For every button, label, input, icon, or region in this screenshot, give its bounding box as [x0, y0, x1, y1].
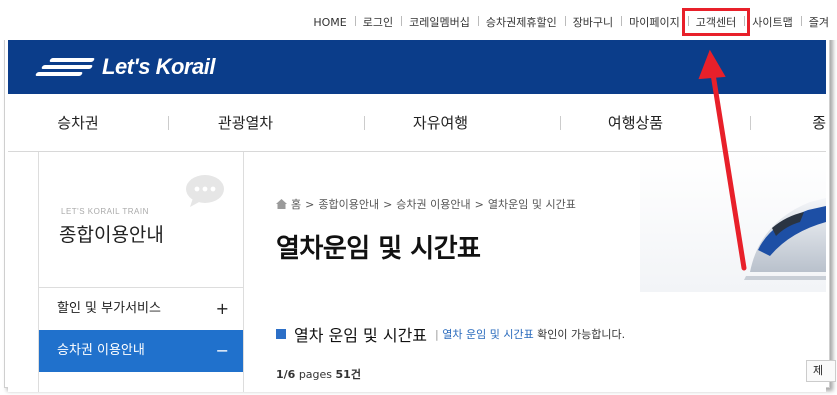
sidebar: LET'S KORAIL TRAIN 종합이용안내 할인 및 부가서비스 + 승…	[38, 152, 244, 392]
util-membership-link[interactable]: 코레일멤버십	[401, 14, 478, 30]
nav-tour-train[interactable]: 관광열차	[148, 94, 343, 152]
section-desc-link[interactable]: 열차 운임 및 시간표	[442, 328, 533, 341]
nav-divider	[750, 116, 751, 130]
filter-button[interactable]: 제	[806, 360, 836, 382]
speech-bubble-icon	[186, 175, 224, 207]
sidebar-item-label: 할인 및 부가서비스	[57, 301, 161, 316]
nav-ticket[interactable]: 승차권	[8, 94, 148, 152]
pages-label: pages	[295, 368, 336, 381]
breadcrumb: 홈 > 종합이용안내 > 승차권 이용안내 > 열차운임 및 시간표	[276, 196, 576, 212]
current-page: 1/6	[276, 368, 296, 381]
util-discount-link[interactable]: 승차권제휴할인	[477, 14, 565, 30]
nav-more[interactable]: 종	[733, 94, 826, 152]
section-title: 열차 운임 및 시간표	[294, 326, 428, 345]
section-desc-text: 확인이 가능합니다.	[533, 328, 626, 341]
util-home-link[interactable]: HOME	[305, 16, 354, 29]
breadcrumb-home[interactable]: 홈	[291, 196, 301, 212]
section-bullet-icon	[276, 329, 286, 339]
util-cart-link[interactable]: 장바구니	[564, 14, 621, 30]
chevron-right-icon: >	[383, 197, 393, 211]
home-icon	[276, 199, 287, 209]
utility-bar: HOME 로그인 코레일멤버십 승차권제휴할인 장바구니 마이페이지 고객센터 …	[0, 0, 837, 40]
logo-text: Let's Korail	[102, 54, 215, 79]
sidebar-eng-label: LET'S KORAIL TRAIN	[61, 207, 149, 216]
nav-divider	[560, 116, 561, 130]
util-login-link[interactable]: 로그인	[354, 14, 401, 30]
nav-divider	[364, 116, 365, 130]
ktx-train-image	[640, 152, 826, 292]
sidebar-title: 종합이용안내	[59, 224, 164, 246]
chevron-right-icon: >	[474, 197, 484, 211]
sidebar-item-label: 승차권 이용안내	[57, 343, 145, 358]
utility-menu: HOME 로그인 코레일멤버십 승차권제휴할인 장바구니 마이페이지 고객센터 …	[305, 8, 837, 36]
section-description: | 열차 운임 및 시간표 확인이 가능합니다.	[435, 328, 626, 341]
sidebar-header: LET'S KORAIL TRAIN 종합이용안내	[39, 152, 243, 287]
nav-travel-product[interactable]: 여행상품	[538, 94, 733, 152]
breadcrumb-ticket-guide[interactable]: 승차권 이용안내	[396, 196, 470, 212]
minus-icon: −	[215, 341, 229, 360]
chevron-right-icon: >	[305, 197, 315, 211]
site-header: Let's Korail	[8, 40, 826, 94]
util-customer-center-link[interactable]: 고객센터	[681, 8, 751, 36]
util-mypage-link[interactable]: 마이페이지	[621, 14, 688, 30]
nav-free-travel[interactable]: 자유여행	[343, 94, 538, 152]
main-nav: 승차권 관광열차 자유여행 여행상품 종	[8, 94, 826, 152]
total-count: 51건	[335, 368, 361, 381]
breadcrumb-current: 열차운임 및 시간표	[487, 198, 576, 211]
plus-icon: +	[215, 299, 229, 318]
sidebar-item-discount[interactable]: 할인 및 부가서비스 +	[39, 287, 243, 329]
util-sitemap-link[interactable]: 사이트맵	[744, 14, 800, 30]
page-title: 열차운임 및 시간표	[276, 234, 481, 264]
section-heading: 열차 운임 및 시간표 | 열차 운임 및 시간표 확인이 가능합니다.	[276, 322, 625, 346]
logo-rails-icon	[34, 56, 98, 78]
util-favorites-link[interactable]: 즐겨	[800, 14, 837, 30]
korail-logo[interactable]: Let's Korail	[34, 54, 215, 80]
breadcrumb-guide[interactable]: 종합이용안내	[318, 196, 379, 212]
sidebar-item-ticket-guide[interactable]: 승차권 이용안내 −	[39, 330, 243, 372]
nav-divider	[168, 116, 169, 130]
page-count: 1/6 pages 51건	[276, 366, 361, 382]
